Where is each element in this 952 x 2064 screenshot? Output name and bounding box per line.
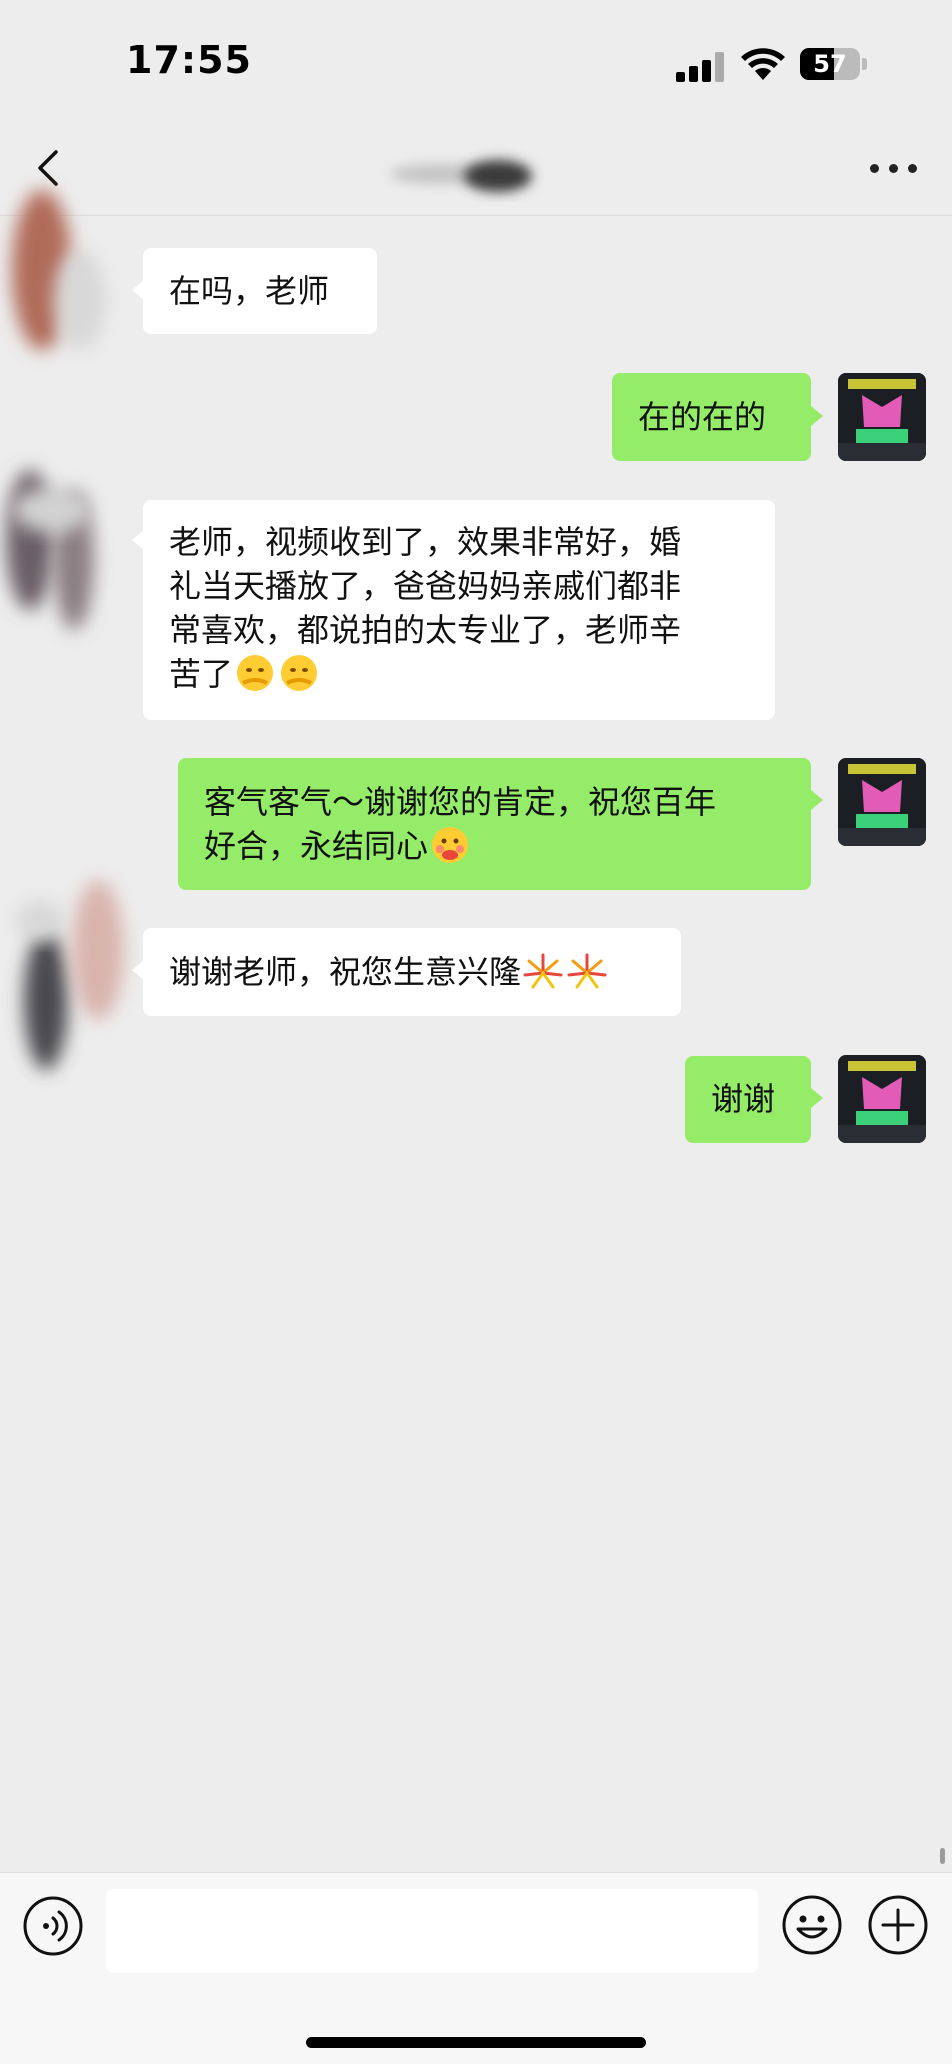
- bubble-tail: [811, 1088, 823, 1108]
- message-text-last-line: 好合，永结同心: [204, 824, 785, 868]
- contact-avatar-blurred[interactable]: [0, 160, 120, 390]
- contact-name-redacted: [390, 160, 532, 192]
- bubble-tail: [132, 280, 144, 300]
- message-text-line: 好合，永结同心: [204, 827, 429, 865]
- message-bubble-incoming[interactable]: 老师，视频收到了，效果非常好，婚 礼当天播放了，爸爸妈妈亲戚们都非 常喜欢，都说…: [143, 500, 775, 720]
- message-text-line: 客气客气～谢谢您的肯定，祝您百年: [204, 783, 717, 821]
- message-bubble-outgoing[interactable]: 客气客气～谢谢您的肯定，祝您百年 好合，永结同心: [178, 758, 811, 890]
- my-avatar[interactable]: [838, 758, 926, 846]
- battery-icon: 57: [800, 48, 860, 80]
- message-text-line: 常喜欢，都说拍的太专业了，老师辛: [169, 611, 682, 649]
- status-time: 17:55: [126, 38, 252, 82]
- message-text: 谢谢老师，祝您生意兴隆: [169, 953, 522, 991]
- battery-tip: [862, 58, 867, 70]
- chat-header: [0, 120, 952, 216]
- bubble-tail: [132, 530, 144, 550]
- chat-screen: 17:55 57 在吗，老师 在的在的 老师，视频收到了，效果非常好，婚 礼当天…: [0, 0, 952, 2064]
- message-text-line: 礼当天播放了，爸爸妈妈亲戚们都非: [169, 567, 682, 605]
- bubble-tail: [811, 406, 823, 426]
- message-text-line: 老师，视频收到了，效果非常好，婚: [169, 523, 682, 561]
- bubble-tail: [811, 790, 823, 810]
- message-input[interactable]: [106, 1889, 758, 1973]
- status-bar: 17:55 57: [0, 0, 952, 120]
- message-text-line: 苦了: [169, 655, 234, 693]
- my-avatar[interactable]: [838, 373, 926, 461]
- blushing-face-emoji: [432, 827, 469, 863]
- contact-avatar-blurred[interactable]: [0, 860, 140, 1100]
- message-bubble-outgoing[interactable]: 在的在的: [612, 373, 811, 461]
- more-options-icon[interactable]: [868, 162, 920, 176]
- cellular-signal-icon: [676, 52, 726, 82]
- voice-input-icon[interactable]: [22, 1895, 84, 1957]
- message-text: 谢谢: [711, 1080, 776, 1118]
- contact-avatar-blurred[interactable]: [0, 450, 120, 660]
- wifi-icon: [741, 48, 785, 80]
- more-functions-plus-icon[interactable]: [866, 1893, 930, 1957]
- home-indicator[interactable]: [306, 2037, 646, 2048]
- message-bubble-outgoing[interactable]: 谢谢: [685, 1056, 811, 1143]
- my-avatar[interactable]: [838, 1055, 926, 1143]
- battery-level: 57: [813, 50, 847, 78]
- emoji-picker-icon[interactable]: [780, 1893, 844, 1957]
- message-text: 在的在的: [638, 398, 767, 436]
- message-text: 在吗，老师: [169, 272, 330, 310]
- shy-face-emoji: [237, 655, 274, 691]
- message-bubble-incoming[interactable]: 谢谢老师，祝您生意兴隆: [143, 928, 681, 1016]
- message-bubble-incoming[interactable]: 在吗，老师: [143, 248, 377, 334]
- input-bar: [0, 1872, 952, 2064]
- shy-face-emoji: [281, 655, 318, 691]
- scroll-indicator[interactable]: [940, 1848, 945, 1864]
- fireworks-emoji: [567, 953, 607, 989]
- message-text-last-line: 苦了: [169, 652, 749, 696]
- bubble-tail: [132, 960, 144, 980]
- fireworks-emoji: [523, 953, 563, 989]
